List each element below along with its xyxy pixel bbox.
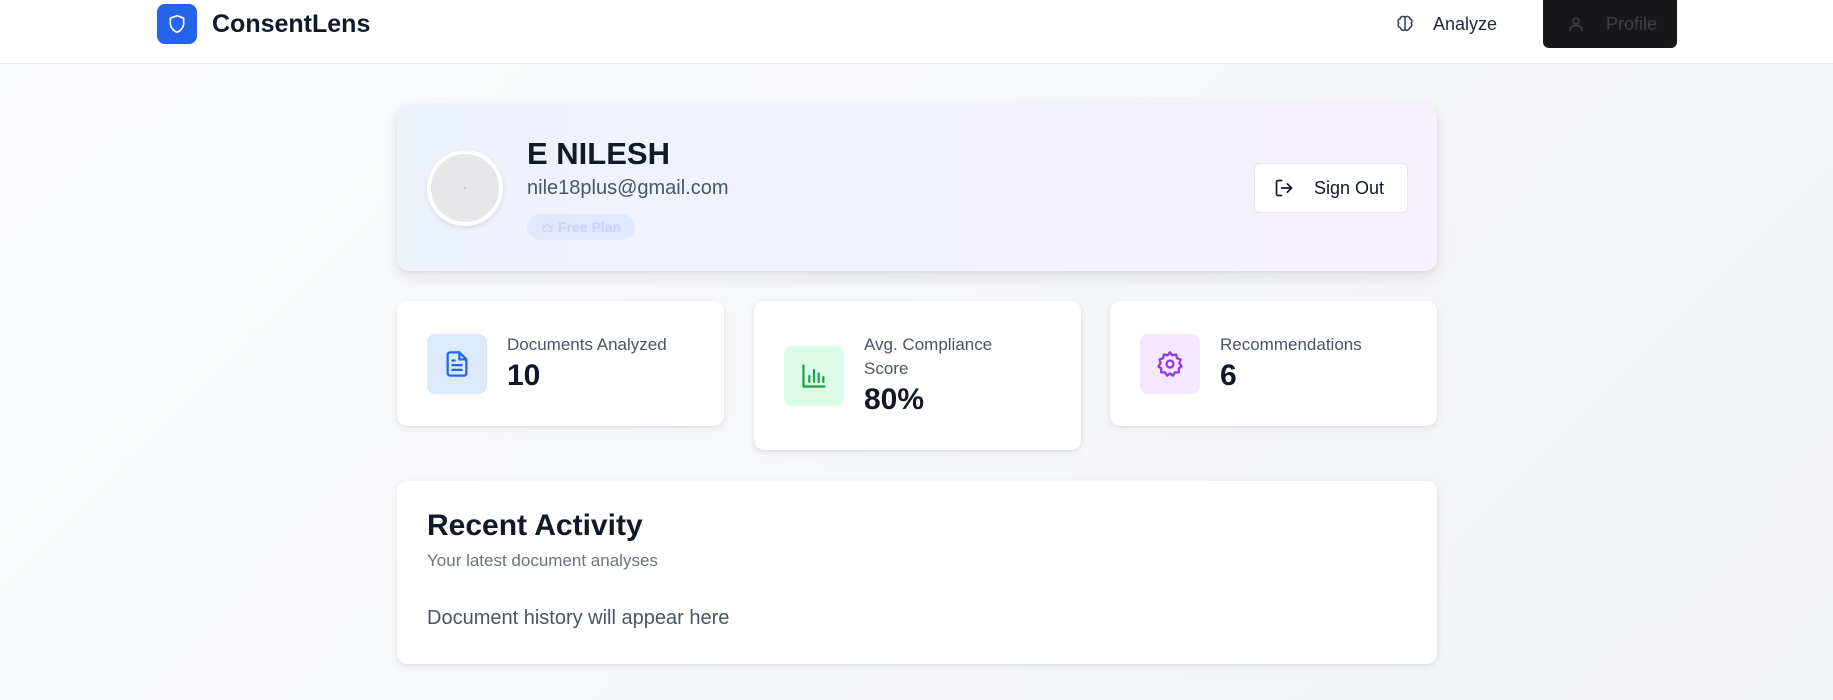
user-email: nile18plus@gmail.com xyxy=(527,177,729,199)
shield-icon xyxy=(157,4,197,44)
top-navbar: ConsentLens Analyze Profile xyxy=(0,0,1833,64)
nav-profile-label: Profile xyxy=(1606,13,1658,34)
recent-activity-subtitle: Your latest document analyses xyxy=(427,551,658,570)
user-icon xyxy=(1567,15,1585,33)
nav-analyze-link[interactable]: Analyze xyxy=(1395,8,1497,40)
profile-card: E NILESH nile18plus@gmail.com Free Plan … xyxy=(397,104,1437,271)
brand-name: ConsentLens xyxy=(212,9,371,38)
crown-icon xyxy=(541,221,554,234)
empty-state-text: Document history will appear here xyxy=(427,607,730,629)
stat-card-recommendations: Recommendations 6 xyxy=(1110,301,1437,426)
avatar-placeholder xyxy=(464,187,466,189)
stat-value: 80% xyxy=(864,383,925,416)
avatar xyxy=(427,150,503,226)
brain-icon xyxy=(1395,14,1415,34)
stat-label: Documents Analyzed xyxy=(507,335,667,354)
settings-gear-icon xyxy=(1140,334,1200,394)
sign-out-button[interactable]: Sign Out xyxy=(1254,163,1408,213)
bar-chart-icon xyxy=(784,346,844,406)
nav-profile-button[interactable]: Profile xyxy=(1543,0,1677,48)
file-text-icon xyxy=(427,334,487,394)
stat-card-documents: Documents Analyzed 10 xyxy=(397,301,724,426)
plan-label: Free Plan xyxy=(558,219,622,235)
recent-activity-title: Recent Activity xyxy=(427,509,643,542)
log-out-icon xyxy=(1274,178,1294,198)
recent-activity-card: Recent Activity Your latest document ana… xyxy=(397,481,1437,664)
stat-label: Avg. Compliance Score xyxy=(864,335,993,378)
nav-analyze-label: Analyze xyxy=(1433,13,1498,34)
stat-value: 10 xyxy=(507,359,541,392)
brand[interactable]: ConsentLens xyxy=(157,4,370,44)
plan-badge: Free Plan xyxy=(527,214,636,240)
user-name: E NILESH xyxy=(527,136,670,171)
sign-out-label: Sign Out xyxy=(1314,177,1385,198)
stat-label: Recommendations xyxy=(1220,335,1362,354)
stat-value: 6 xyxy=(1220,359,1237,392)
stat-card-compliance: Avg. Compliance Score 80% xyxy=(754,301,1081,450)
